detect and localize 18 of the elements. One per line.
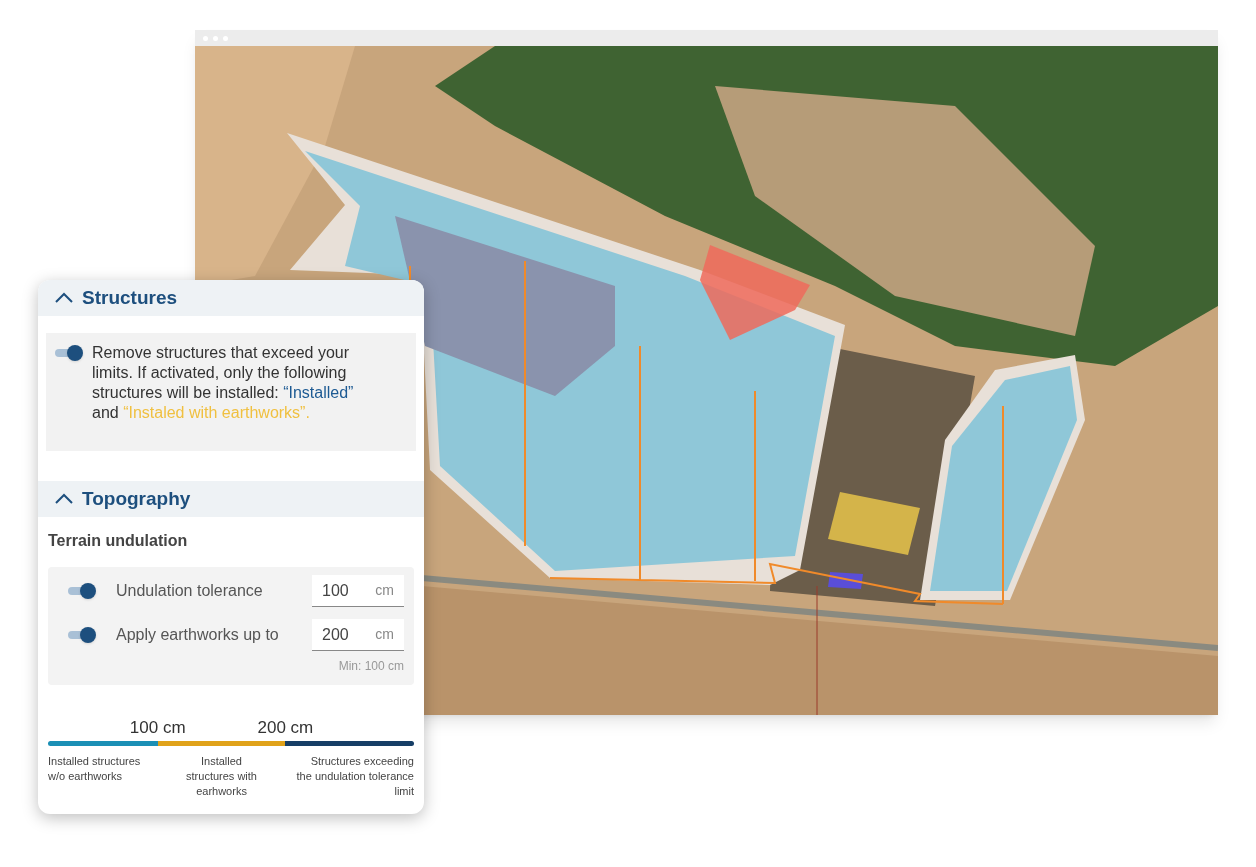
- chevron-icon[interactable]: [54, 493, 74, 505]
- substation-marker: [828, 572, 863, 589]
- setting-label: Undulation tolerance: [116, 581, 264, 601]
- number-field[interactable]: 100 cm: [312, 575, 404, 607]
- scale-legend-label: Structures exceeding the undulation tolerance limit: [296, 754, 414, 799]
- setting-label: Apply earthworks up to: [116, 625, 280, 645]
- number-field[interactable]: 200 cm: [312, 619, 404, 651]
- scale-tick-label: 200 cm: [257, 717, 314, 739]
- scale-legend-label: Installed structures with earhworks: [185, 754, 258, 799]
- toggle-switch[interactable]: [68, 627, 96, 643]
- scale-legend-label: Installed structures w/o earthworks: [48, 754, 142, 784]
- option-description: Remove structures that exceed your limits. If activated, only the following structures will be installed: “Installed” and “Instaled with earthworks”.: [92, 343, 355, 423]
- subsection-title: Terrain undulation: [48, 531, 189, 551]
- chevron-icon[interactable]: [54, 292, 74, 304]
- toggle-switch[interactable]: [55, 345, 83, 361]
- toggle-switch[interactable]: [68, 583, 96, 599]
- hint-text: Min: 100 cm: [338, 658, 404, 675]
- scale-tick-label: 100 cm: [129, 717, 186, 739]
